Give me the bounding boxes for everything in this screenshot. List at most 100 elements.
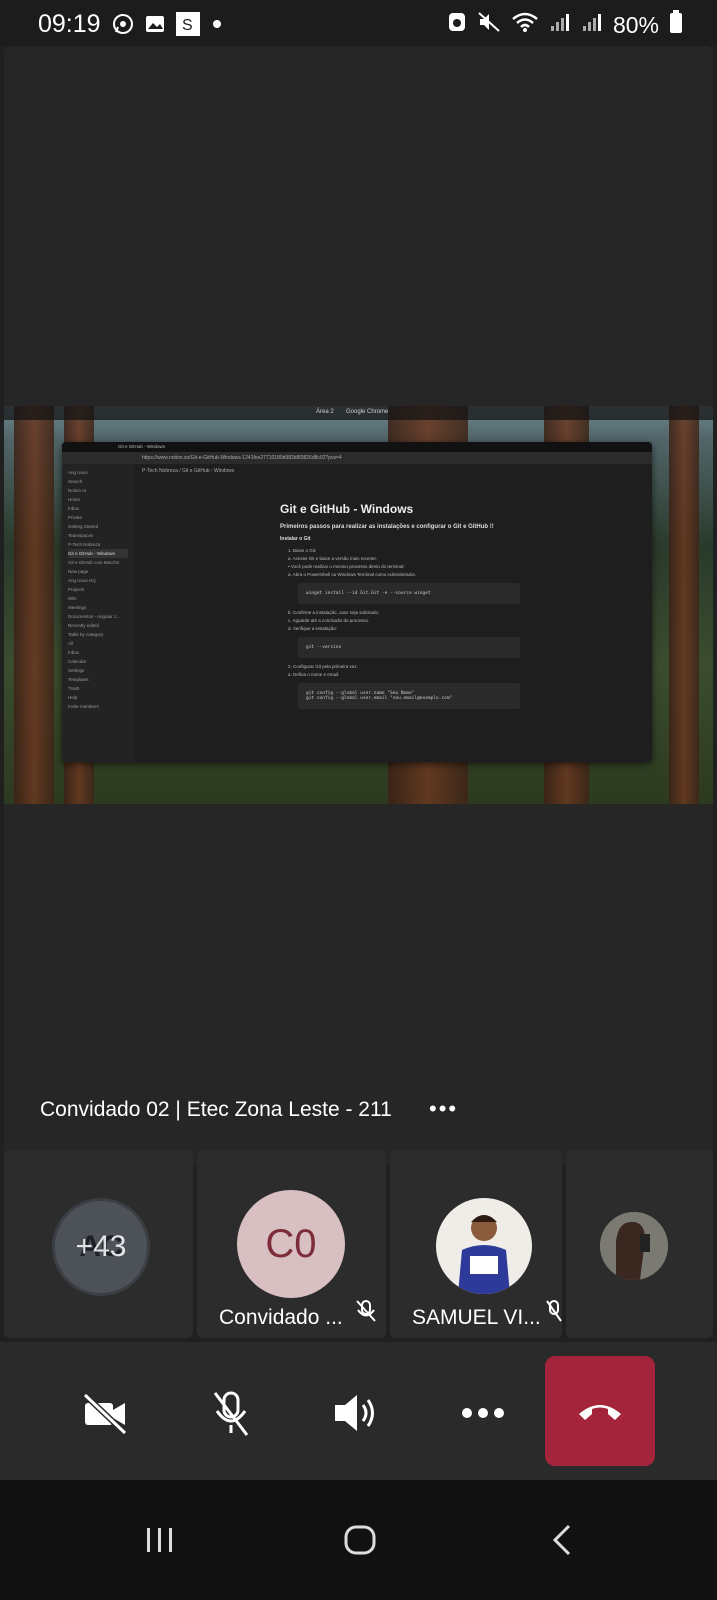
status-time: 09:19	[38, 10, 101, 38]
tree-trunk	[14, 406, 54, 804]
svg-text:S: S	[182, 17, 193, 34]
shared-screen: Área 2 Google Chrome Git e GitHub - Wind…	[4, 406, 713, 804]
doc-section: Instalar o Git	[280, 536, 311, 542]
sidebar-item: P-Tech Nobreza	[68, 542, 101, 547]
battery-icon	[669, 10, 683, 40]
sidebar-item: Settings	[68, 668, 85, 673]
browser-tab-title: Git e GitHub - Windows	[118, 444, 166, 449]
sidebar-item: Getting Started	[68, 524, 99, 529]
sidebar-item: Private	[68, 515, 83, 520]
overflow-avatar[interactable]: AC +43	[52, 1198, 150, 1296]
participant-tile[interactable]	[566, 1150, 713, 1338]
wifi-icon	[511, 11, 539, 39]
sidebar-item: Help	[68, 695, 78, 700]
sidebar-item: New page	[68, 569, 89, 574]
back-button[interactable]	[542, 1520, 582, 1560]
notion-sidebar: Ang Uuxo Search Notion AI Home Inbox Pri…	[62, 464, 134, 762]
sidebar-item: Documentos - Angular J...	[68, 614, 120, 619]
participant-tile[interactable]: AC +43	[4, 1150, 193, 1338]
avatar-initials: C0	[265, 1221, 317, 1266]
mic-off-icon	[355, 1299, 377, 1328]
doc-line: • Você pode realizar o mesmo processo di…	[288, 564, 405, 569]
participant-name: SAMUEL VI...	[412, 1306, 541, 1329]
sidebar-item: Notion AI	[68, 488, 87, 493]
sidebar-item: Search	[68, 479, 83, 484]
presenter-caption: Convidado 02 | Etec Zona Leste - 211	[40, 1098, 392, 1121]
code-line: git config --global user.email "seu.emai…	[306, 696, 453, 701]
screen-topbar-item: Área 2	[316, 409, 334, 415]
signal-icon	[581, 11, 603, 39]
recycle-icon	[447, 11, 467, 39]
sidebar-item: Calendar	[68, 659, 87, 664]
recents-button[interactable]	[140, 1520, 180, 1560]
overflow-count: +43	[75, 1230, 127, 1263]
sidebar-item: Inbox	[68, 650, 80, 655]
notion-document: Git e GitHub - Windows Primeiros passos …	[280, 502, 520, 715]
hangup-button[interactable]	[545, 1356, 655, 1466]
sidebar-item: Git e GitHub - Windows	[68, 549, 128, 558]
sidebar-item: Home	[68, 497, 81, 502]
doc-line: a. Defina o nome e email:	[288, 672, 340, 677]
speaker-icon	[335, 1395, 374, 1431]
participant-photo	[436, 1198, 532, 1294]
mic-off-icon	[546, 1299, 562, 1328]
screen-topbar: Área 2 Google Chrome	[4, 406, 713, 420]
home-button[interactable]	[340, 1520, 380, 1560]
doc-line: c. Aguarde até a conclusão do processo.	[288, 618, 370, 623]
speaker-button[interactable]	[320, 1378, 390, 1448]
shared-browser-window: Git e GitHub - Windows https://www.notio…	[62, 442, 652, 762]
camera-off-icon	[82, 1392, 128, 1435]
participant-tile[interactable]: C0 Convidado ...	[197, 1150, 386, 1338]
tree-trunk	[669, 406, 699, 804]
more-options-button[interactable]	[448, 1378, 518, 1448]
sidebar-item: Meetings	[68, 605, 87, 610]
code-block: winget install --id Git.Git -e --source …	[298, 583, 520, 604]
system-nav-bar	[0, 1480, 717, 1600]
mic-off-icon	[213, 1391, 249, 1436]
sidebar-item: Table by category	[68, 632, 104, 637]
whatsapp-icon	[112, 13, 134, 40]
battery-text: 80%	[612, 11, 659, 38]
doc-line: 1. Baixe o Git:	[288, 548, 317, 553]
sidebar-item: Recently edited	[68, 623, 100, 628]
main-video-tile[interactable]: Área 2 Google Chrome Git e GitHub - Wind…	[4, 46, 713, 1166]
signal-icon	[549, 11, 571, 39]
participant-photo	[600, 1212, 668, 1280]
sidebar-item: Ang Uuxo HQ	[68, 578, 96, 583]
doc-line: a. Abra o PowerShell ou Windows Terminal…	[288, 572, 416, 577]
sidebar-item: Wiki	[68, 596, 77, 601]
sidebar-item: Ang Uuxo	[68, 470, 88, 475]
status-icons-left: S	[112, 12, 224, 41]
browser-tabs: Git e GitHub - Windows	[62, 442, 652, 452]
status-icons-right: 80%	[447, 10, 683, 40]
back-icon	[552, 1524, 571, 1556]
mute-icon	[477, 11, 501, 39]
hangup-icon	[579, 1405, 621, 1420]
home-icon	[344, 1525, 376, 1555]
code-block: git --version	[298, 637, 520, 658]
doc-title: Git e GitHub - Windows	[280, 502, 414, 516]
sidebar-item: Invite members	[68, 704, 99, 709]
status-bar: 09:19 S 80%	[0, 0, 717, 46]
code-block: git config --global user.name "Seu Nome"…	[298, 683, 520, 709]
sidebar-item: Trash	[68, 686, 80, 691]
browser-url: https://www.notion.so/Git-e-GitHub-Windo…	[62, 452, 652, 464]
camera-toggle-button[interactable]	[70, 1378, 140, 1448]
gallery-icon	[144, 13, 166, 40]
participant-tile[interactable]: SAMUEL VI...	[390, 1150, 562, 1338]
sidebar-item: All	[68, 641, 74, 646]
doc-line: 2. Configurar Git pela primeira vez:	[288, 664, 358, 669]
dot-icon	[210, 17, 224, 36]
participant-name: Convidado ...	[219, 1306, 343, 1329]
presenter-more-button[interactable]: •••	[429, 1096, 458, 1122]
doc-line: a. Acesse Git e baixe a versão mais rece…	[288, 556, 378, 561]
more-icon	[462, 1408, 504, 1418]
doc-line: d. Verifique a instalação:	[288, 626, 338, 631]
sidebar-item: Git e GitHub com Mac/Os	[68, 560, 120, 565]
screen-topbar-item: Google Chrome	[346, 409, 389, 415]
recents-icon	[147, 1528, 172, 1552]
notion-breadcrumb: P-Tech Nobreza / Git e GitHub - Windows	[142, 468, 235, 474]
sidebar-item: Templates	[68, 677, 89, 682]
s-app-icon: S	[176, 12, 200, 41]
mic-toggle-button[interactable]	[196, 1378, 266, 1448]
